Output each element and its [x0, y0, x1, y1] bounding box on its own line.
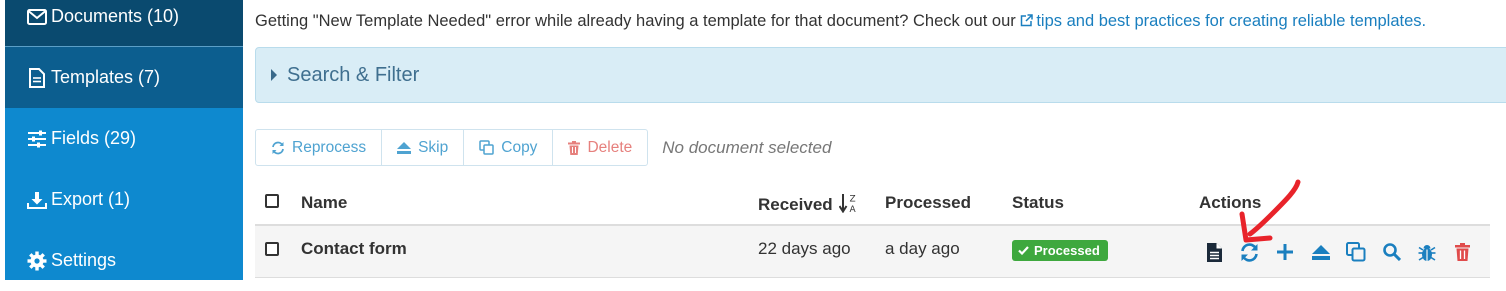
processed-value: a day ago [885, 239, 960, 258]
column-processed[interactable]: Processed [885, 193, 971, 213]
sidebar-item-label: Export (1) [51, 189, 131, 209]
sidebar-item-label: Fields (29) [51, 128, 137, 148]
column-received[interactable]: Received Z A [758, 193, 859, 218]
column-received-label: Received [758, 195, 833, 214]
check-icon [1018, 243, 1029, 258]
sidebar-item-label: Documents (10) [51, 6, 180, 26]
table-row[interactable]: Contact form 22 days ago a day ago Proce… [255, 226, 1490, 278]
sidebar-item-documents[interactable]: Documents (10) [5, 0, 243, 47]
received-value: 22 days ago [758, 239, 851, 258]
copy-label: Copy [501, 138, 538, 156]
delete-button[interactable]: Delete [552, 129, 649, 166]
row-checkbox[interactable] [265, 242, 279, 256]
search-icon[interactable] [1381, 241, 1403, 263]
caret-right-icon [271, 69, 277, 81]
download-icon [26, 189, 48, 211]
search-filter-label: Search & Filter [287, 63, 420, 86]
sliders-icon [26, 128, 48, 150]
svg-text:A: A [849, 205, 856, 213]
sidebar-item-label: Settings [51, 250, 117, 270]
column-status[interactable]: Status [1012, 193, 1064, 213]
row-actions [1203, 241, 1487, 263]
sidebar-item-fields[interactable]: Fields (29) [5, 108, 243, 169]
view-document-icon[interactable] [1203, 241, 1225, 263]
sidebar: Documents (10) Templates (7) Fields (29)… [5, 0, 243, 280]
eject-icon[interactable] [1310, 241, 1332, 263]
status-badge-label: Processed [1034, 243, 1100, 258]
bug-icon[interactable] [1416, 241, 1438, 263]
plus-icon[interactable] [1274, 241, 1296, 263]
search-filter-panel[interactable]: Search & Filter [255, 47, 1506, 103]
gear-icon [26, 250, 48, 272]
sidebar-item-export[interactable]: Export (1) [5, 169, 243, 230]
sidebar-item-templates[interactable]: Templates (7) [5, 47, 243, 108]
reprocess-button[interactable]: Reprocess [255, 129, 383, 166]
column-actions: Actions [1199, 193, 1262, 212]
column-name[interactable]: Name [301, 193, 347, 213]
select-all-checkbox[interactable] [265, 194, 279, 208]
sidebar-item-settings[interactable]: Settings [5, 230, 243, 291]
selection-status: No document selected [662, 137, 832, 157]
copy-icon[interactable] [1345, 241, 1367, 263]
copy-icon [479, 140, 494, 155]
document-name[interactable]: Contact form [301, 239, 407, 259]
notice-text: Getting "New Template Needed" error whil… [255, 12, 1426, 32]
status-badge: Processed [1012, 240, 1108, 261]
sort-desc-icon[interactable]: ZA [838, 193, 859, 218]
external-link-icon [1020, 13, 1034, 32]
delete-label: Delete [587, 138, 633, 156]
envelope-icon [26, 6, 48, 28]
file-icon [26, 67, 48, 89]
document-toolbar: Reprocess Skip Copy Delete No document s… [255, 129, 831, 166]
skip-label: Skip [418, 138, 449, 156]
svg-text:Z: Z [849, 195, 855, 205]
trash-icon [568, 140, 581, 155]
eject-icon [397, 141, 412, 154]
skip-button[interactable]: Skip [381, 129, 465, 166]
table-header: Name Received Z A Processed Status Actions [255, 182, 1490, 226]
copy-button[interactable]: Copy [463, 129, 554, 166]
refresh-icon [271, 141, 285, 155]
reprocess-label: Reprocess [292, 138, 367, 156]
trash-icon[interactable] [1452, 241, 1474, 263]
tips-link[interactable]: tips and best practices for creating rel… [1020, 12, 1426, 30]
tips-link-text: tips and best practices for creating rel… [1036, 12, 1427, 30]
notice-message: Getting "New Template Needed" error whil… [255, 12, 1021, 30]
reprocess-icon[interactable] [1239, 241, 1261, 263]
sidebar-item-label: Templates (7) [51, 67, 161, 87]
